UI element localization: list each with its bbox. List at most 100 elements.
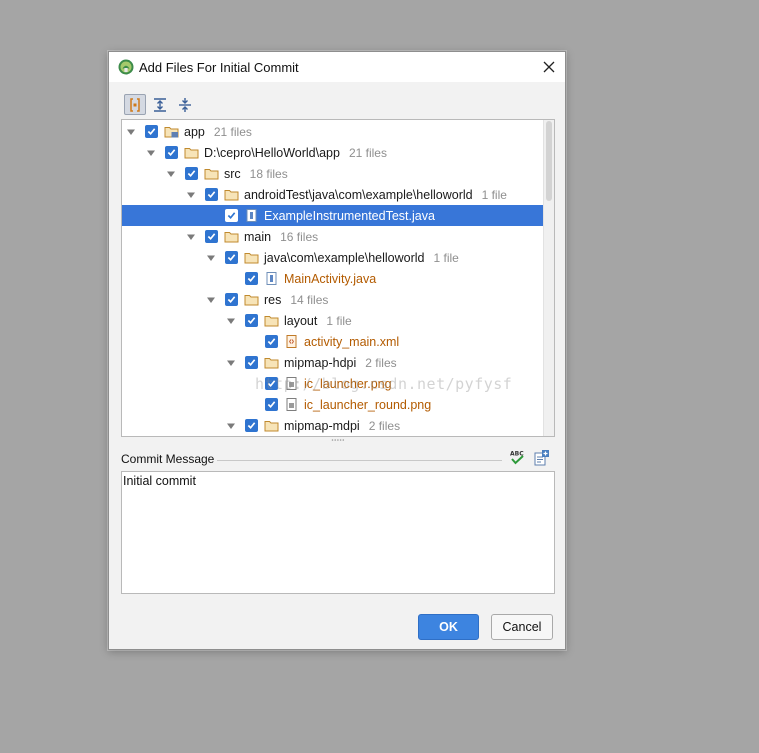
tree-row-checkbox[interactable] — [205, 230, 218, 243]
grip-icon — [331, 439, 345, 441]
tree-row-label: main — [244, 229, 272, 244]
xml-file-icon — [284, 335, 299, 348]
tree-row-checkbox[interactable] — [165, 146, 178, 159]
group-by-directory-icon — [130, 97, 140, 112]
tree-row-checkbox[interactable] — [225, 251, 238, 264]
image-file-icon — [284, 398, 299, 411]
close-icon — [543, 61, 555, 73]
tree-row-label: ic_launcher_round.png — [304, 397, 432, 412]
watermark-text: http://blog.csdn.net/pyfysf — [255, 375, 513, 393]
tree-row-file-count: 21 files — [213, 124, 252, 139]
tree-row-label: app — [184, 124, 205, 139]
tree-row[interactable]: src 18 files — [122, 163, 554, 184]
tree-row-label: src — [224, 166, 241, 181]
tree-row[interactable]: androidTest\java\com\example\helloworld 1… — [122, 184, 554, 205]
tree-toolbar — [124, 94, 196, 116]
tree-row[interactable]: ic_launcher_round.png — [122, 394, 554, 415]
group-by-directory-button[interactable] — [124, 94, 146, 115]
tree-row-file-count: 2 files — [365, 355, 397, 370]
tree-row-file-count: 14 files — [290, 292, 329, 307]
tree-row[interactable]: MainActivity.java — [122, 268, 554, 289]
commit-message-label: Commit Message — [121, 452, 215, 466]
expand-triangle-icon[interactable] — [165, 168, 177, 180]
folder-icon — [184, 146, 199, 159]
expand-triangle-icon[interactable] — [125, 126, 137, 138]
java-file-icon — [264, 272, 279, 285]
folder-icon — [224, 188, 239, 201]
folder-icon — [244, 251, 259, 264]
title-bar: Add Files For Initial Commit — [109, 52, 565, 82]
add-files-dialog: Add Files For Initial Commit app 21 file… — [108, 51, 566, 650]
close-button[interactable] — [539, 57, 559, 77]
commit-history-icon[interactable] — [533, 449, 551, 466]
expand-triangle-icon[interactable] — [185, 189, 197, 201]
tree-row[interactable]: main 16 files — [122, 226, 554, 247]
tree-row-file-count: 16 files — [280, 229, 319, 244]
collapse-all-icon — [179, 97, 191, 112]
tree-row[interactable]: activity_main.xml — [122, 331, 554, 352]
tree-row-checkbox[interactable] — [245, 419, 258, 432]
tree-row-label: D:\cepro\HelloWorld\app — [204, 145, 340, 160]
tree-row-checkbox[interactable] — [265, 335, 278, 348]
tree-row-file-count: 1 file — [433, 250, 459, 265]
folder-icon — [204, 167, 219, 180]
commit-label-separator — [217, 460, 502, 461]
tree-row[interactable]: mipmap-mdpi 2 files — [122, 415, 554, 436]
tree-row-label: activity_main.xml — [304, 334, 400, 349]
tree-row-checkbox[interactable] — [245, 272, 258, 285]
tree-row-file-count: 18 files — [249, 166, 288, 181]
tree-row[interactable]: D:\cepro\HelloWorld\app 21 files — [122, 142, 554, 163]
collapse-all-button[interactable] — [174, 94, 196, 115]
folder-icon — [264, 314, 279, 327]
folder-icon — [264, 419, 279, 432]
tree-row-label: layout — [284, 313, 318, 328]
tree-row-checkbox[interactable] — [185, 167, 198, 180]
tree-row-file-count: 1 file — [326, 313, 352, 328]
folder-icon — [224, 230, 239, 243]
cancel-button[interactable]: Cancel — [491, 614, 553, 640]
tree-row-file-count: 2 files — [368, 418, 401, 433]
tree-row[interactable]: res 14 files — [122, 289, 554, 310]
folder-icon — [264, 356, 279, 369]
tree-row-checkbox[interactable] — [205, 188, 218, 201]
module-folder-icon — [164, 125, 179, 138]
dialog-title: Add Files For Initial Commit — [139, 60, 299, 75]
tree-row-checkbox[interactable] — [225, 293, 238, 306]
tree-row[interactable]: app 21 files — [122, 121, 546, 142]
tree-row-checkbox[interactable] — [265, 398, 278, 411]
splitter-handle[interactable] — [331, 437, 345, 443]
expand-all-icon — [154, 97, 166, 112]
expand-all-button[interactable] — [149, 94, 171, 115]
tree-row-label: res — [264, 292, 282, 307]
expand-triangle-icon[interactable] — [225, 315, 237, 327]
tree-row-checkbox[interactable] — [145, 125, 158, 138]
tree-row-checkbox[interactable] — [245, 356, 258, 369]
expand-triangle-icon[interactable] — [205, 252, 217, 264]
tree-row-label: MainActivity.java — [284, 271, 377, 286]
tree-row-label: ExampleInstrumentedTest.java — [264, 208, 435, 223]
tree-row-label: androidTest\java\com\example\helloworld — [244, 187, 473, 202]
spellcheck-icon[interactable]: ABC — [508, 449, 526, 465]
tree-row-label: mipmap-mdpi — [284, 418, 360, 433]
expand-triangle-icon[interactable] — [225, 420, 237, 432]
commit-message-input[interactable] — [121, 471, 555, 594]
tree-row[interactable]: layout 1 file — [122, 310, 554, 331]
tree-row[interactable]: mipmap-hdpi 2 files — [122, 352, 554, 373]
tree-row-file-count: 1 file — [481, 187, 507, 202]
tree-row-file-count: 21 files — [348, 145, 387, 160]
folder-icon — [244, 293, 259, 306]
tree-row-checkbox[interactable] — [225, 209, 238, 222]
tree-scrollbar[interactable] — [543, 120, 554, 436]
tree-row-checkbox[interactable] — [245, 314, 258, 327]
expand-triangle-icon[interactable] — [145, 147, 157, 159]
java-file-icon — [244, 209, 259, 222]
expand-triangle-icon[interactable] — [185, 231, 197, 243]
expand-triangle-icon[interactable] — [205, 294, 217, 306]
tree-row-label: mipmap-hdpi — [284, 355, 357, 370]
ok-button[interactable]: OK — [418, 614, 479, 640]
tree-scrollbar-thumb[interactable] — [546, 121, 552, 201]
expand-triangle-icon[interactable] — [225, 357, 237, 369]
android-studio-icon — [118, 59, 134, 75]
tree-row[interactable]: java\com\example\helloworld 1 file — [122, 247, 554, 268]
tree-row[interactable]: ExampleInstrumentedTest.java — [122, 205, 554, 226]
